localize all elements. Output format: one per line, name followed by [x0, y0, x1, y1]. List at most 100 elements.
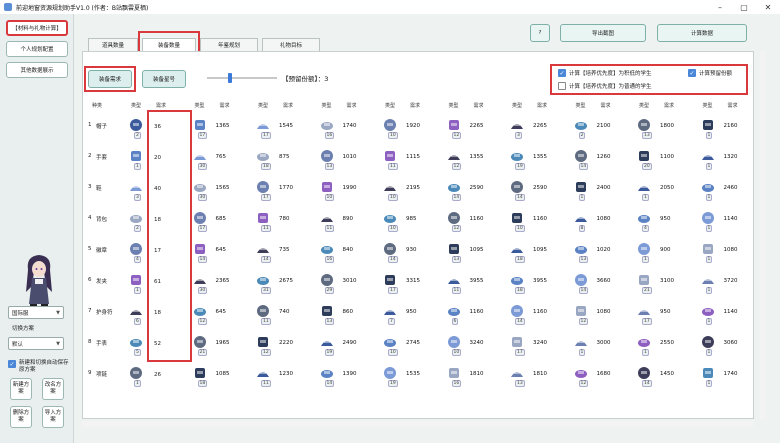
need-input[interactable]: 18	[152, 306, 184, 319]
server-select[interactable]: 国际服 ▼	[8, 306, 64, 319]
need-value: 890	[342, 216, 354, 222]
equipment-icon	[446, 148, 462, 164]
equipment-icon	[509, 365, 525, 381]
equipment-icon	[128, 365, 144, 381]
delete-plan-button[interactable]: 删除方案	[10, 406, 32, 428]
equipment-icon	[382, 365, 398, 381]
owned-count: 4	[134, 256, 141, 263]
need-value: 645	[215, 309, 227, 315]
need-value: 2460	[723, 185, 738, 191]
owned-count: 14	[642, 380, 652, 387]
equipment-icon	[255, 303, 271, 319]
need-value: 3955	[533, 278, 547, 284]
equipment-icon	[192, 148, 208, 164]
need-value: 1770	[279, 185, 293, 191]
need-value: 2265	[533, 123, 547, 129]
character-avatar	[26, 255, 52, 307]
owned-count: 30	[197, 287, 208, 294]
need-input[interactable]: 26	[152, 368, 184, 381]
table-row: 7 护身符 6 18 12 645 11 740 13 860 7 950 6 1160 14 1160 12 1…	[88, 300, 738, 331]
row-category: 鞋	[96, 186, 102, 192]
need-input[interactable]: 40	[152, 182, 184, 195]
need-input[interactable]: 52	[152, 337, 184, 350]
equipment-icon	[128, 272, 144, 288]
equipment-icon	[382, 334, 398, 350]
owned-count: 18	[515, 287, 525, 294]
owned-count: 12	[578, 380, 589, 387]
plan-select[interactable]: 默认 ▼	[8, 337, 64, 350]
header-need: 需求	[536, 102, 547, 109]
equipment-icon	[192, 179, 208, 195]
tab-equipment[interactable]: 装备数量	[142, 38, 196, 51]
need-value: 2265	[469, 123, 484, 129]
equipment-icon	[573, 272, 589, 288]
new-plan-button[interactable]: 新建方案	[10, 378, 32, 400]
need-input[interactable]: 18	[152, 213, 184, 226]
equipment-icon	[573, 148, 589, 164]
option-normal-priority[interactable]: 计算【培养优先度】为普通的学生	[558, 82, 652, 90]
quota-slider-track[interactable]	[207, 77, 277, 79]
header-category: 种类	[91, 102, 102, 109]
owned-count: 2	[578, 132, 586, 139]
option-quota[interactable]: ✓ 计算预留份额	[688, 69, 732, 77]
table-row: 3 鞋 3 40 30 1565 17 1770 10 1990 10 2195 14 2590 14 259…	[88, 176, 738, 207]
equipment-icon	[636, 148, 652, 164]
equipment-star-button[interactable]: 装备星号	[142, 70, 186, 88]
equipment-icon	[573, 241, 589, 257]
owned-count: 30	[197, 194, 208, 201]
owned-count: 21	[642, 287, 652, 294]
equipment-icon	[446, 210, 462, 226]
equipment-icon	[446, 365, 462, 381]
calculate-button[interactable]: 计算数据	[657, 24, 747, 42]
need-input[interactable]: 61	[152, 275, 184, 288]
export-screenshot-button[interactable]: 导出截图	[560, 24, 646, 42]
tab-yearbook[interactable]: 年鉴规划	[200, 38, 258, 51]
quota-slider-thumb[interactable]	[228, 73, 232, 83]
owned-count: 31	[261, 287, 271, 294]
owned-count: 11	[261, 380, 271, 387]
row-index: 5	[88, 246, 92, 252]
need-input[interactable]: 17	[152, 244, 184, 257]
maximize-icon[interactable]: ▢	[732, 0, 756, 14]
equipment-icon	[636, 179, 652, 195]
equipment-icon	[192, 303, 208, 319]
tab-gift-target[interactable]: 礼物目标	[262, 38, 320, 51]
sidebar-item-other-data[interactable]: 其他数据展示	[6, 62, 68, 78]
owned-count: 14	[451, 194, 462, 201]
tab-items[interactable]: 道具数量	[88, 38, 138, 51]
equipment-icon	[192, 334, 208, 350]
auto-save-checkbox[interactable]: ✓ 新建和切换自动保存原方案	[8, 360, 70, 374]
owned-count: 14	[515, 318, 525, 325]
equipment-need-button[interactable]: 装备需求	[88, 70, 132, 88]
row-index: 4	[88, 215, 92, 221]
row-index: 3	[88, 184, 92, 190]
sidebar-item-material-calc[interactable]: 【材料与礼物计算】	[6, 20, 68, 36]
need-input[interactable]: 20	[152, 151, 184, 164]
owned-count: 1	[705, 380, 713, 387]
vertical-scrollbar[interactable]	[760, 51, 766, 419]
option-low-priority[interactable]: ✓ 计算【培养优先度】为积低的学生	[558, 69, 652, 77]
need-value: 1810	[469, 371, 484, 377]
rename-plan-button[interactable]: 改名方案	[42, 378, 64, 400]
owned-count: 14	[578, 163, 589, 170]
need-input[interactable]: 36	[152, 120, 184, 133]
need-value: 985	[406, 216, 417, 222]
equipment-icon	[700, 148, 716, 164]
help-button[interactable]: ?	[530, 24, 550, 42]
need-value: 2050	[660, 185, 674, 191]
owned-count: 3	[134, 194, 141, 201]
equipment-icon	[382, 303, 398, 319]
chevron-down-icon: ▼	[56, 341, 60, 347]
need-value: 1260	[596, 154, 611, 160]
row-category: 手表	[96, 341, 108, 347]
owned-count: 3	[515, 132, 522, 139]
need-value: 1115	[406, 154, 420, 160]
row-category: 帽子	[96, 124, 108, 130]
sidebar-item-personal-plan[interactable]: 个人规划配置	[6, 41, 68, 57]
close-icon[interactable]: ✕	[756, 0, 780, 14]
minimize-icon[interactable]: –	[708, 0, 732, 14]
horizontal-scrollbar[interactable]	[82, 421, 754, 427]
need-value: 840	[342, 247, 354, 253]
import-plan-button[interactable]: 导入方案	[42, 406, 64, 428]
need-value: 2100	[596, 123, 611, 129]
